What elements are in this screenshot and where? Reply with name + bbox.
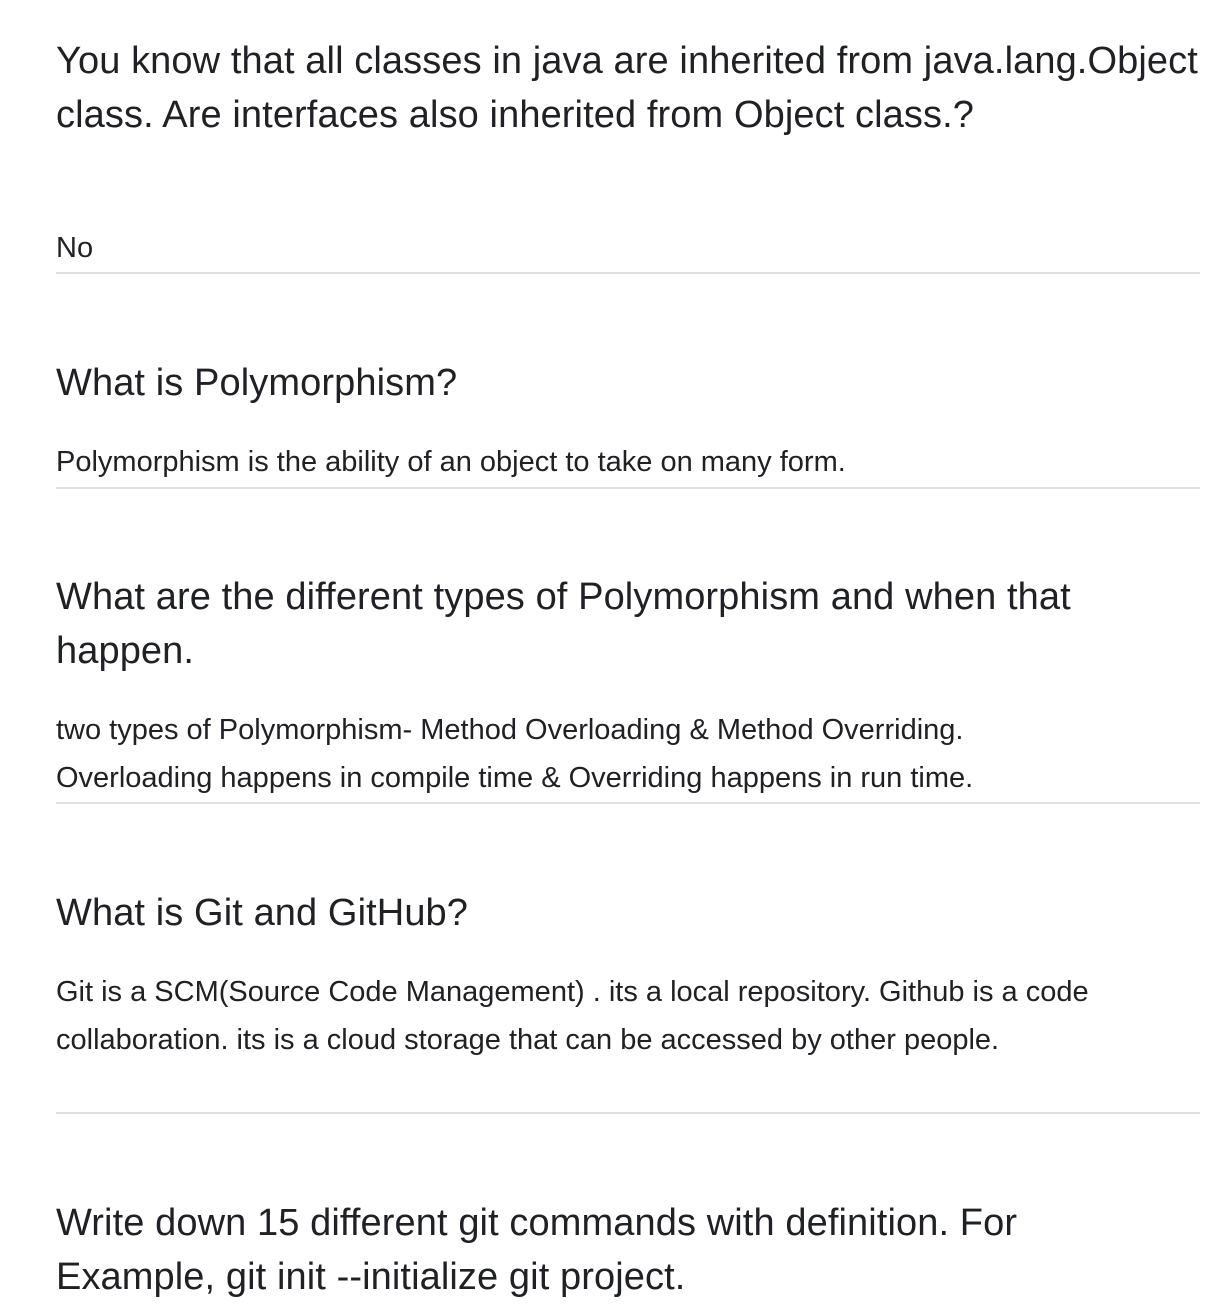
question-title: What is Polymorphism? (56, 362, 458, 404)
question-title: What is Git and GitHub? (56, 892, 469, 934)
question-title: Write down 15 different git commands wit… (56, 1202, 1018, 1298)
answer-underline (56, 272, 1200, 274)
answer-field[interactable]: Polymorphism is the ability of an object… (56, 438, 1200, 486)
question-item: What are the different types of Polymorp… (56, 570, 1200, 804)
answer-underline (56, 487, 1200, 489)
question-item: Write down 15 different git commands wit… (56, 1196, 1200, 1304)
question-item: You know that all classes in java are in… (56, 34, 1200, 274)
question-title: You know that all classes in java are in… (56, 40, 1198, 136)
question-title: What are the different types of Polymorp… (56, 576, 1071, 672)
answer-field[interactable]: two types of Polymorphism- Method Overlo… (56, 706, 1096, 802)
answer-underline (56, 802, 1200, 804)
answer-field[interactable]: Git is a SCM(Source Code Management) . i… (56, 968, 1200, 1064)
question-item: What is Git and GitHub? Git is a SCM(Sou… (56, 886, 1200, 1114)
question-item: What is Polymorphism? Polymorphism is th… (56, 356, 1200, 489)
answer-field[interactable]: No (56, 224, 1200, 272)
answer-underline (56, 1112, 1200, 1114)
